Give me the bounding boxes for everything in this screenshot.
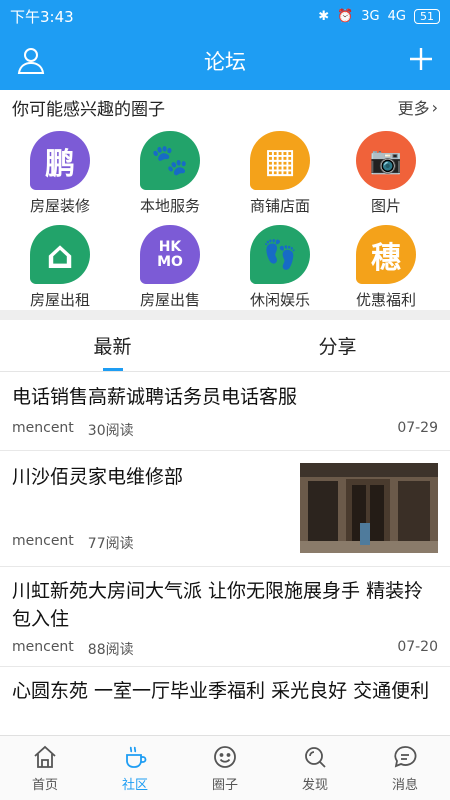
circle-item[interactable]: ▦ 商铺店面 — [224, 124, 336, 216]
circle-label: 房屋装修 — [29, 197, 90, 215]
post-title: 川虹新苑大房间大气派 让你无限施展身手 精装拎包入住 — [12, 580, 424, 630]
page-title: 论坛 — [204, 50, 246, 74]
sui-icon: 穗 — [356, 225, 416, 284]
nav-label: 社区 — [121, 778, 148, 793]
post-date: 07-29 — [397, 420, 438, 436]
tab-latest[interactable]: 最新 — [0, 320, 225, 371]
battery-indicator: 51 — [414, 8, 440, 24]
nav-label: 首页 — [31, 778, 58, 793]
post-title: 电话销售高薪诚聘话务员电话客服 — [12, 386, 298, 408]
circles-grid: 鹏 房屋装修 🐾 本地服务 ▦ 商铺店面 📷 图片 ⌂ 房屋出租 HKMO 房屋… — [0, 124, 450, 310]
house-heart-icon: ⌂ — [30, 225, 90, 284]
bluetooth-icon: ✱ — [318, 8, 330, 24]
circle-label: 房屋出租 — [29, 291, 90, 309]
circle-item[interactable]: 📷 图片 — [330, 124, 442, 216]
shop-icon: ▦ — [250, 131, 310, 190]
post-meta: mencent 77阅读 — [12, 533, 134, 553]
circle-item[interactable]: 穗 优惠福利 — [330, 218, 442, 310]
feed-tabs: 最新 分享 — [0, 320, 450, 372]
camera-icon: 📷 — [356, 131, 416, 190]
post-title: 心圆东苑 一室一厅毕业季福利 采光良好 交通便利 — [12, 680, 430, 702]
signal-3g: 3G — [361, 8, 380, 24]
peng-icon: 鹏 — [30, 131, 90, 190]
list-item[interactable]: 川虹新苑大房间大气派 让你无限施展身手 精装拎包入住 mencent 88阅读 … — [0, 567, 450, 667]
alarm-icon: ⏰ — [337, 8, 354, 24]
circle-label: 商铺店面 — [249, 197, 310, 215]
post-author: mencent — [12, 533, 74, 549]
post-list: 电话销售高薪诚聘话务员电话客服 mencent 30阅读 07-29 川沙佰灵家… — [0, 373, 450, 735]
footprints-icon: 👣 — [250, 225, 310, 284]
circle-item[interactable]: 🐾 本地服务 — [114, 124, 226, 216]
tab-share[interactable]: 分享 — [225, 320, 450, 371]
hkmo-icon: HKMO — [140, 225, 200, 284]
post-thumbnail — [300, 463, 438, 553]
post-reads: 30阅读 — [87, 423, 134, 439]
circle-label: 优惠福利 — [355, 291, 416, 309]
post-title: 川沙佰灵家电维修部 — [12, 466, 184, 488]
list-item[interactable]: 电话销售高薪诚聘话务员电话客服 mencent 30阅读 07-29 — [0, 373, 450, 451]
circle-item[interactable]: 👣 休闲娱乐 — [224, 218, 336, 310]
nav-circles[interactable]: 圈子 — [180, 736, 270, 800]
discover-icon — [305, 747, 326, 768]
circle-label: 图片 — [370, 197, 401, 215]
circle-label: 房屋出售 — [139, 291, 200, 309]
community-icon — [126, 746, 147, 768]
add-icon[interactable] — [406, 44, 436, 74]
more-link[interactable]: 更多 › — [398, 95, 438, 119]
circles-heading: 你可能感兴趣的圈子 — [12, 99, 165, 120]
status-time: 下午3:43 — [10, 7, 74, 26]
nav-community[interactable]: 社区 — [90, 736, 180, 800]
nav-messages[interactable]: 消息 — [360, 736, 450, 800]
circle-label: 休闲娱乐 — [249, 291, 310, 309]
post-meta: mencent 30阅读 — [12, 420, 134, 440]
nav-label: 圈子 — [211, 778, 238, 793]
signal-4g: 4G — [387, 8, 406, 24]
paw-icon: 🐾 — [140, 131, 200, 190]
user-icon[interactable] — [16, 45, 46, 75]
post-date: 07-20 — [397, 639, 438, 655]
circle-item[interactable]: HKMO 房屋出售 — [114, 218, 226, 310]
post-author: mencent — [12, 639, 74, 655]
nav-label: 发现 — [301, 778, 328, 793]
section-divider — [0, 310, 450, 320]
circle-item[interactable]: ⌂ 房屋出租 — [4, 218, 116, 310]
list-item[interactable]: 心圆东苑 一室一厅毕业季福利 采光良好 交通便利 — [0, 667, 450, 735]
status-bar: 下午3:43 ✱ ⏰ 3G 4G 51 — [0, 0, 450, 32]
post-reads: 88阅读 — [87, 642, 134, 658]
post-meta: mencent 88阅读 — [12, 639, 134, 659]
nav-discover[interactable]: 发现 — [270, 736, 360, 800]
app-bar: 论坛 — [0, 32, 450, 90]
chevron-right-icon: › — [431, 97, 438, 117]
post-author: mencent — [12, 420, 74, 436]
more-label: 更多 — [397, 99, 430, 118]
nav-label: 消息 — [391, 778, 418, 793]
bottom-nav: 首页 社区 圈子 发现 消息 — [0, 735, 450, 800]
post-reads: 77阅读 — [87, 536, 134, 552]
circle-smile-icon — [214, 746, 236, 768]
home-icon — [34, 745, 56, 768]
nav-home[interactable]: 首页 — [0, 736, 90, 800]
message-icon — [394, 746, 417, 768]
circle-item[interactable]: 鹏 房屋装修 — [4, 124, 116, 216]
circles-header: 你可能感兴趣的圈子 更多 › — [0, 90, 450, 124]
list-item[interactable]: 川沙佰灵家电维修部 mencent 77阅读 — [0, 451, 450, 567]
circle-label: 本地服务 — [139, 197, 200, 215]
